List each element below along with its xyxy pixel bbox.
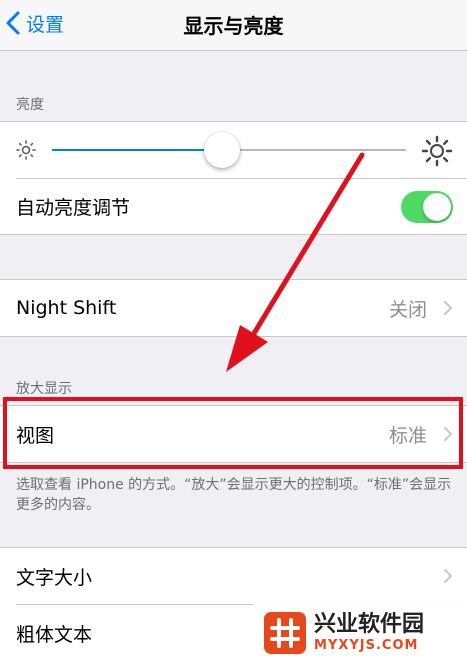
annotation-arrow xyxy=(226,152,365,372)
watermark-title: 兴业软件园 xyxy=(314,612,425,637)
watermark: 兴业软件园 MYXYJS.COM xyxy=(254,598,467,667)
watermark-logo xyxy=(264,611,306,654)
watermark-domain: MYXYJS.COM xyxy=(314,638,419,653)
